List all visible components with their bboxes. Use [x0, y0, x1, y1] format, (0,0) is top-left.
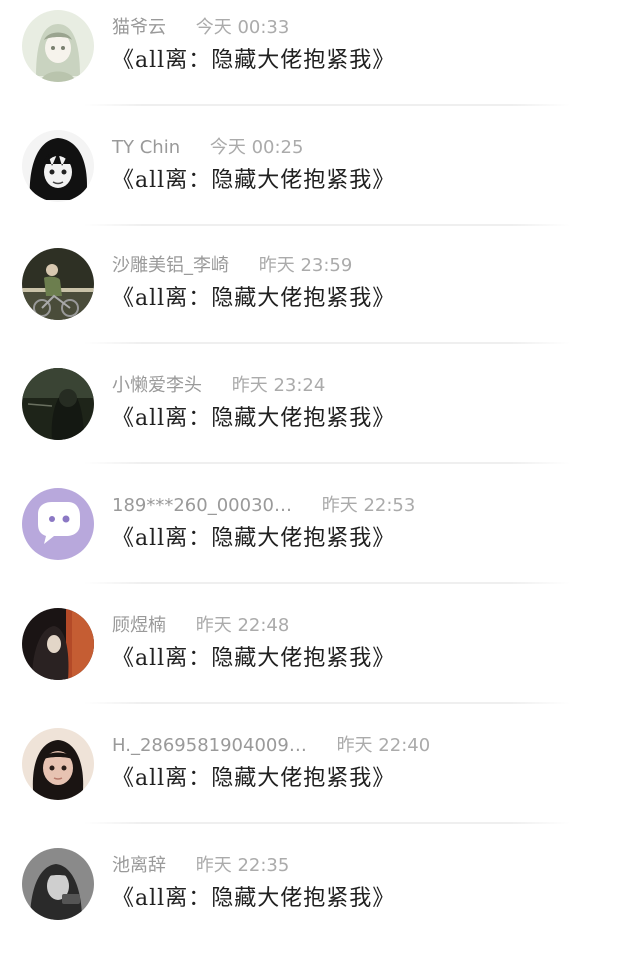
comment-item[interactable]: 顾煜楠 昨天 22:48 《all离：隐藏大佬抱紧我》	[0, 598, 640, 718]
comment-item[interactable]: 189***260_00030… 昨天 22:53 《all离：隐藏大佬抱紧我》	[0, 478, 640, 598]
username[interactable]: 沙雕美铝_李崎	[112, 252, 229, 280]
username[interactable]: 189***260_00030…	[112, 492, 292, 520]
anime-girl-avatar-icon	[22, 10, 94, 82]
comment-list: 猫爷云 今天 00:33 《all离：隐藏大佬抱紧我》 TY Chin 今天 0…	[0, 0, 640, 940]
comment-text: 《all离：隐藏大佬抱紧我》	[112, 526, 396, 551]
gray-portrait-avatar-icon	[22, 848, 94, 920]
comment-meta: 池离辞 昨天 22:35	[112, 852, 289, 880]
chat-bubble-default-avatar-icon	[22, 488, 94, 560]
avatar[interactable]	[22, 248, 94, 320]
comment-text: 《all离：隐藏大佬抱紧我》	[112, 766, 396, 791]
cyclist-avatar-icon	[22, 248, 94, 320]
comment-item[interactable]: 猫爷云 今天 00:33 《all离：隐藏大佬抱紧我》	[0, 0, 640, 120]
username[interactable]: 小懒爱李头	[112, 372, 202, 400]
avatar[interactable]	[22, 10, 94, 82]
dark-silhouette-avatar-icon	[22, 368, 94, 440]
divider	[84, 224, 570, 226]
comment-meta: 189***260_00030… 昨天 22:53	[112, 492, 415, 520]
avatar[interactable]	[22, 728, 94, 800]
comment-meta: H._2869581904009… 昨天 22:40	[112, 732, 430, 760]
comment-meta: TY Chin 今天 00:25	[112, 134, 303, 162]
timestamp: 昨天 23:24	[231, 375, 326, 396]
comment-text: 《all离：隐藏大佬抱紧我》	[112, 406, 396, 431]
divider	[84, 582, 570, 584]
timestamp: 昨天 22:53	[321, 495, 416, 516]
divider	[84, 342, 570, 344]
dark-hair-avatar-icon	[22, 130, 94, 202]
comment-text: 《all离：隐藏大佬抱紧我》	[112, 48, 396, 73]
comment-text: 《all离：隐藏大佬抱紧我》	[112, 886, 396, 911]
timestamp: 今天 00:33	[195, 17, 290, 38]
divider	[84, 104, 570, 106]
comment-item[interactable]: 池离辞 昨天 22:35 《all离：隐藏大佬抱紧我》	[0, 838, 640, 958]
comment-meta: 小懒爱李头 昨天 23:24	[112, 372, 325, 400]
username[interactable]: 顾煜楠	[112, 612, 166, 640]
divider	[84, 702, 570, 704]
hooded-figure-avatar-icon	[22, 608, 94, 680]
timestamp: 昨天 22:40	[336, 735, 431, 756]
username[interactable]: 池离辞	[112, 852, 166, 880]
username[interactable]: TY Chin	[112, 134, 180, 162]
timestamp: 昨天 22:48	[195, 615, 290, 636]
comment-text: 《all离：隐藏大佬抱紧我》	[112, 286, 396, 311]
child-portrait-avatar-icon	[22, 728, 94, 800]
timestamp: 今天 00:25	[209, 137, 304, 158]
avatar[interactable]	[22, 608, 94, 680]
comment-meta: 沙雕美铝_李崎 昨天 23:59	[112, 252, 352, 280]
divider	[84, 462, 570, 464]
comment-meta: 顾煜楠 昨天 22:48	[112, 612, 289, 640]
timestamp: 昨天 23:59	[258, 255, 353, 276]
comment-item[interactable]: TY Chin 今天 00:25 《all离：隐藏大佬抱紧我》	[0, 120, 640, 240]
comment-meta: 猫爷云 今天 00:33	[112, 14, 289, 42]
avatar[interactable]	[22, 488, 94, 560]
comment-text: 《all离：隐藏大佬抱紧我》	[112, 646, 396, 671]
avatar[interactable]	[22, 848, 94, 920]
comment-item[interactable]: 小懒爱李头 昨天 23:24 《all离：隐藏大佬抱紧我》	[0, 358, 640, 478]
comment-text: 《all离：隐藏大佬抱紧我》	[112, 168, 396, 193]
divider	[84, 822, 570, 824]
avatar[interactable]	[22, 130, 94, 202]
username[interactable]: 猫爷云	[112, 14, 166, 42]
comment-item[interactable]: H._2869581904009… 昨天 22:40 《all离：隐藏大佬抱紧我…	[0, 718, 640, 838]
username[interactable]: H._2869581904009…	[112, 732, 307, 760]
timestamp: 昨天 22:35	[195, 855, 290, 876]
avatar[interactable]	[22, 368, 94, 440]
comment-item[interactable]: 沙雕美铝_李崎 昨天 23:59 《all离：隐藏大佬抱紧我》	[0, 238, 640, 358]
